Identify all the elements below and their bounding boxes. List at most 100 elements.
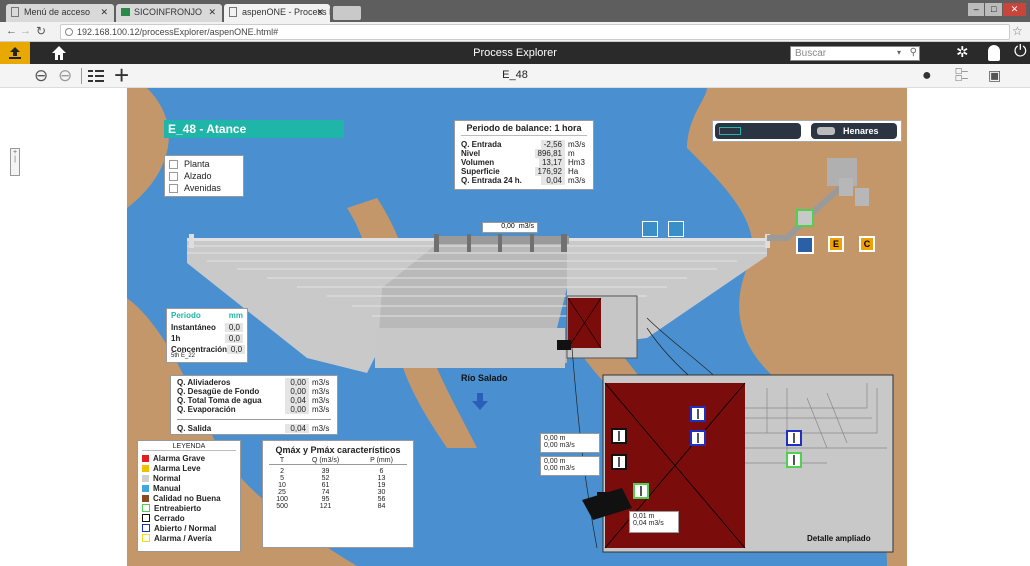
legend-item: Abierto / Normal: [142, 523, 236, 533]
rain-row: Instantáneo 0,0: [171, 323, 243, 332]
checkbox[interactable]: [169, 159, 178, 169]
qmax-row: 100 95 56: [269, 496, 407, 503]
browser-tab[interactable]: SICOINFRONJO ✕: [116, 4, 222, 22]
outlet-readout: 0,01 m 0,04 m3/s: [629, 511, 679, 533]
tab-label: SICOINFRONJO: [134, 7, 203, 17]
dam-view-toggle[interactable]: [715, 123, 801, 139]
c-status-chip[interactable]: C: [859, 236, 875, 252]
rain-col1: Periodo: [171, 311, 201, 320]
checkbox[interactable]: [169, 183, 178, 193]
info-icon: [65, 28, 73, 36]
help-icon[interactable]: [988, 45, 1000, 61]
legend-item: Alarma Leve: [142, 463, 236, 473]
checkbox[interactable]: [169, 171, 178, 181]
camera-icon[interactable]: [796, 209, 814, 227]
list-view-icon[interactable]: ☐─ ☐─: [955, 68, 968, 83]
qmax-cell: 30: [377, 488, 386, 496]
balance-unit: m3/s: [568, 176, 586, 185]
flow-row: Q. Total Toma de agua 0,04 m3/s: [177, 396, 331, 405]
valve-open-icon[interactable]: [690, 430, 706, 446]
legend-swatch: [142, 524, 150, 532]
balance-label: Q. Entrada 24 h.: [461, 176, 522, 185]
reload-icon[interactable]: ↻: [36, 24, 46, 38]
gauge-icon[interactable]: [642, 221, 658, 237]
legend-label: Manual: [153, 483, 181, 493]
view-option-label: Planta: [184, 159, 210, 169]
rain-label: 1h: [171, 334, 181, 343]
valve-icon[interactable]: [796, 236, 814, 254]
valve-open-icon[interactable]: [786, 430, 802, 446]
balance-row: Q. Entrada -2,56 m3/s: [461, 140, 587, 149]
dropdown-icon[interactable]: ▾: [897, 48, 901, 57]
valve-open-icon[interactable]: [690, 406, 706, 422]
legend-label: Alarma Leve: [153, 463, 201, 473]
valve-closed-icon[interactable]: [611, 454, 627, 470]
user-icon[interactable]: ●: [922, 67, 932, 85]
legend-title: LEYENDA: [142, 443, 236, 451]
view-option-alzado[interactable]: Alzado: [169, 170, 239, 182]
forward-icon[interactable]: →: [20, 25, 31, 37]
detail-label: Detalle ampliado: [807, 534, 871, 543]
flow-row: Q. Evaporación 0,00 m3/s: [177, 405, 331, 414]
process-canvas: E_48 - Atance Planta Alzado Avenidas Per…: [127, 88, 907, 566]
readout-unit: m: [559, 435, 566, 442]
balance-row: Nivel 896,81 m: [461, 149, 587, 158]
balance-row: Volumen 13,17 Hm3: [461, 158, 587, 167]
legend-swatch: [142, 494, 149, 502]
balance-value: -2,56: [540, 140, 565, 149]
balance-label: Nivel: [461, 149, 481, 158]
maximize-icon[interactable]: □: [985, 3, 1002, 16]
power-icon[interactable]: ⏻: [1014, 43, 1027, 61]
henares-toggle[interactable]: Henares: [811, 123, 897, 139]
url-input[interactable]: 192.168.100.12/processExplorer/aspenONE.…: [60, 24, 1010, 40]
view-option-label: Alzado: [184, 171, 212, 181]
browser-tab[interactable]: Menú de acceso ✕: [6, 4, 114, 22]
valve-ajar-icon[interactable]: [633, 483, 649, 499]
legend-label: Abierto / Normal: [154, 523, 217, 533]
close-icon[interactable]: ✕: [100, 7, 108, 18]
balance-value: 13,17: [538, 158, 565, 167]
search-input[interactable]: Buscar ▾ ⚲: [790, 46, 920, 61]
rain-label: Instantáneo: [171, 323, 216, 332]
rain-value: 0,0: [227, 345, 246, 354]
qmax-row: 2 39 6: [269, 468, 407, 475]
qmax-cell: 25: [278, 488, 286, 496]
view-option-avenidas[interactable]: Avenidas: [169, 182, 239, 194]
close-icon[interactable]: ✕: [208, 7, 216, 18]
level-readout: 0,00 m 0,00 m3/s: [540, 433, 600, 453]
valve-ajar-icon[interactable]: [786, 452, 802, 468]
browser-tab-active[interactable]: aspenONE - Process Expl ✕: [224, 4, 330, 22]
river-label: Río Salado: [461, 373, 508, 383]
save-home-icon[interactable]: ▣: [988, 67, 1001, 84]
qmax-cell: 5: [280, 474, 285, 482]
gauge-icon[interactable]: [668, 221, 684, 237]
side-panel-handle[interactable]: + |: [10, 148, 20, 176]
qmax-cell: 84: [377, 502, 386, 510]
search-icon[interactable]: ⚲: [910, 47, 917, 58]
close-icon[interactable]: ✕: [316, 7, 324, 18]
legend-swatch: [142, 534, 150, 542]
back-icon[interactable]: ←: [6, 25, 17, 37]
valve-closed-icon[interactable]: [611, 428, 627, 444]
legend-item: Normal: [142, 473, 236, 483]
e-status-chip[interactable]: E: [828, 236, 844, 252]
view-option-planta[interactable]: Planta: [169, 158, 239, 170]
new-tab-button[interactable]: [333, 6, 361, 20]
close-window-icon[interactable]: ✕: [1002, 3, 1026, 16]
flow-unit: m3/s: [312, 396, 330, 405]
legend-label: Normal: [153, 473, 181, 483]
valve-stem: [793, 433, 795, 443]
basin-switch[interactable]: Henares: [712, 120, 902, 142]
minimize-icon[interactable]: –: [968, 3, 985, 16]
qmax-cell: 19: [377, 481, 386, 489]
star-icon[interactable]: ☆: [1012, 24, 1023, 38]
page-icon: [121, 8, 130, 16]
legend-item: Manual: [142, 483, 236, 493]
flow-value: 0,04: [285, 424, 309, 433]
qmax-cell: 500: [276, 502, 288, 510]
legend-label: Cerrado: [154, 513, 185, 523]
settings-icon[interactable]: ✲: [956, 44, 969, 62]
legend-swatch: [142, 454, 149, 462]
flow-unit: m3/s: [312, 405, 330, 414]
qmax-panel: Qmáx y Pmáx característicos T Q (m3/s) P (…: [262, 440, 414, 548]
